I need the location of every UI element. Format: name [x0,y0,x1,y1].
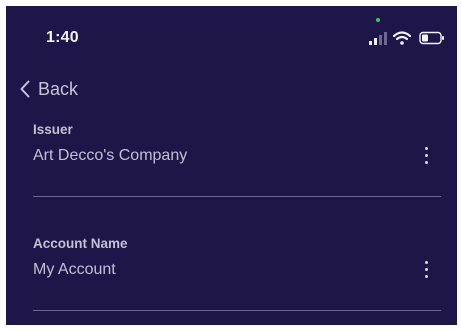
camera-indicator-dot [376,18,380,22]
status-time: 1:40 [46,29,79,46]
chevron-left-icon [20,80,30,98]
issuer-more-options-icon[interactable] [421,145,433,167]
issuer-label: Issuer [33,122,73,137]
account-name-value: My Account [33,261,116,278]
account-name-divider [33,310,441,311]
issuer-divider [33,196,441,197]
cellular-signal-icon [369,32,387,45]
issuer-value: Art Decco's Company [33,147,188,164]
battery-icon [419,31,444,45]
back-button[interactable]: Back [20,76,78,102]
status-bar: 1:40 [6,6,457,66]
wifi-icon [393,31,411,45]
account-name-more-options-icon[interactable] [421,259,433,281]
back-label: Back [38,78,79,99]
status-icons [369,31,449,47]
app-screen: 1:40 Back Issuer Art Decco's Company Acc… [6,6,457,325]
account-name-label: Account Name [33,236,128,251]
